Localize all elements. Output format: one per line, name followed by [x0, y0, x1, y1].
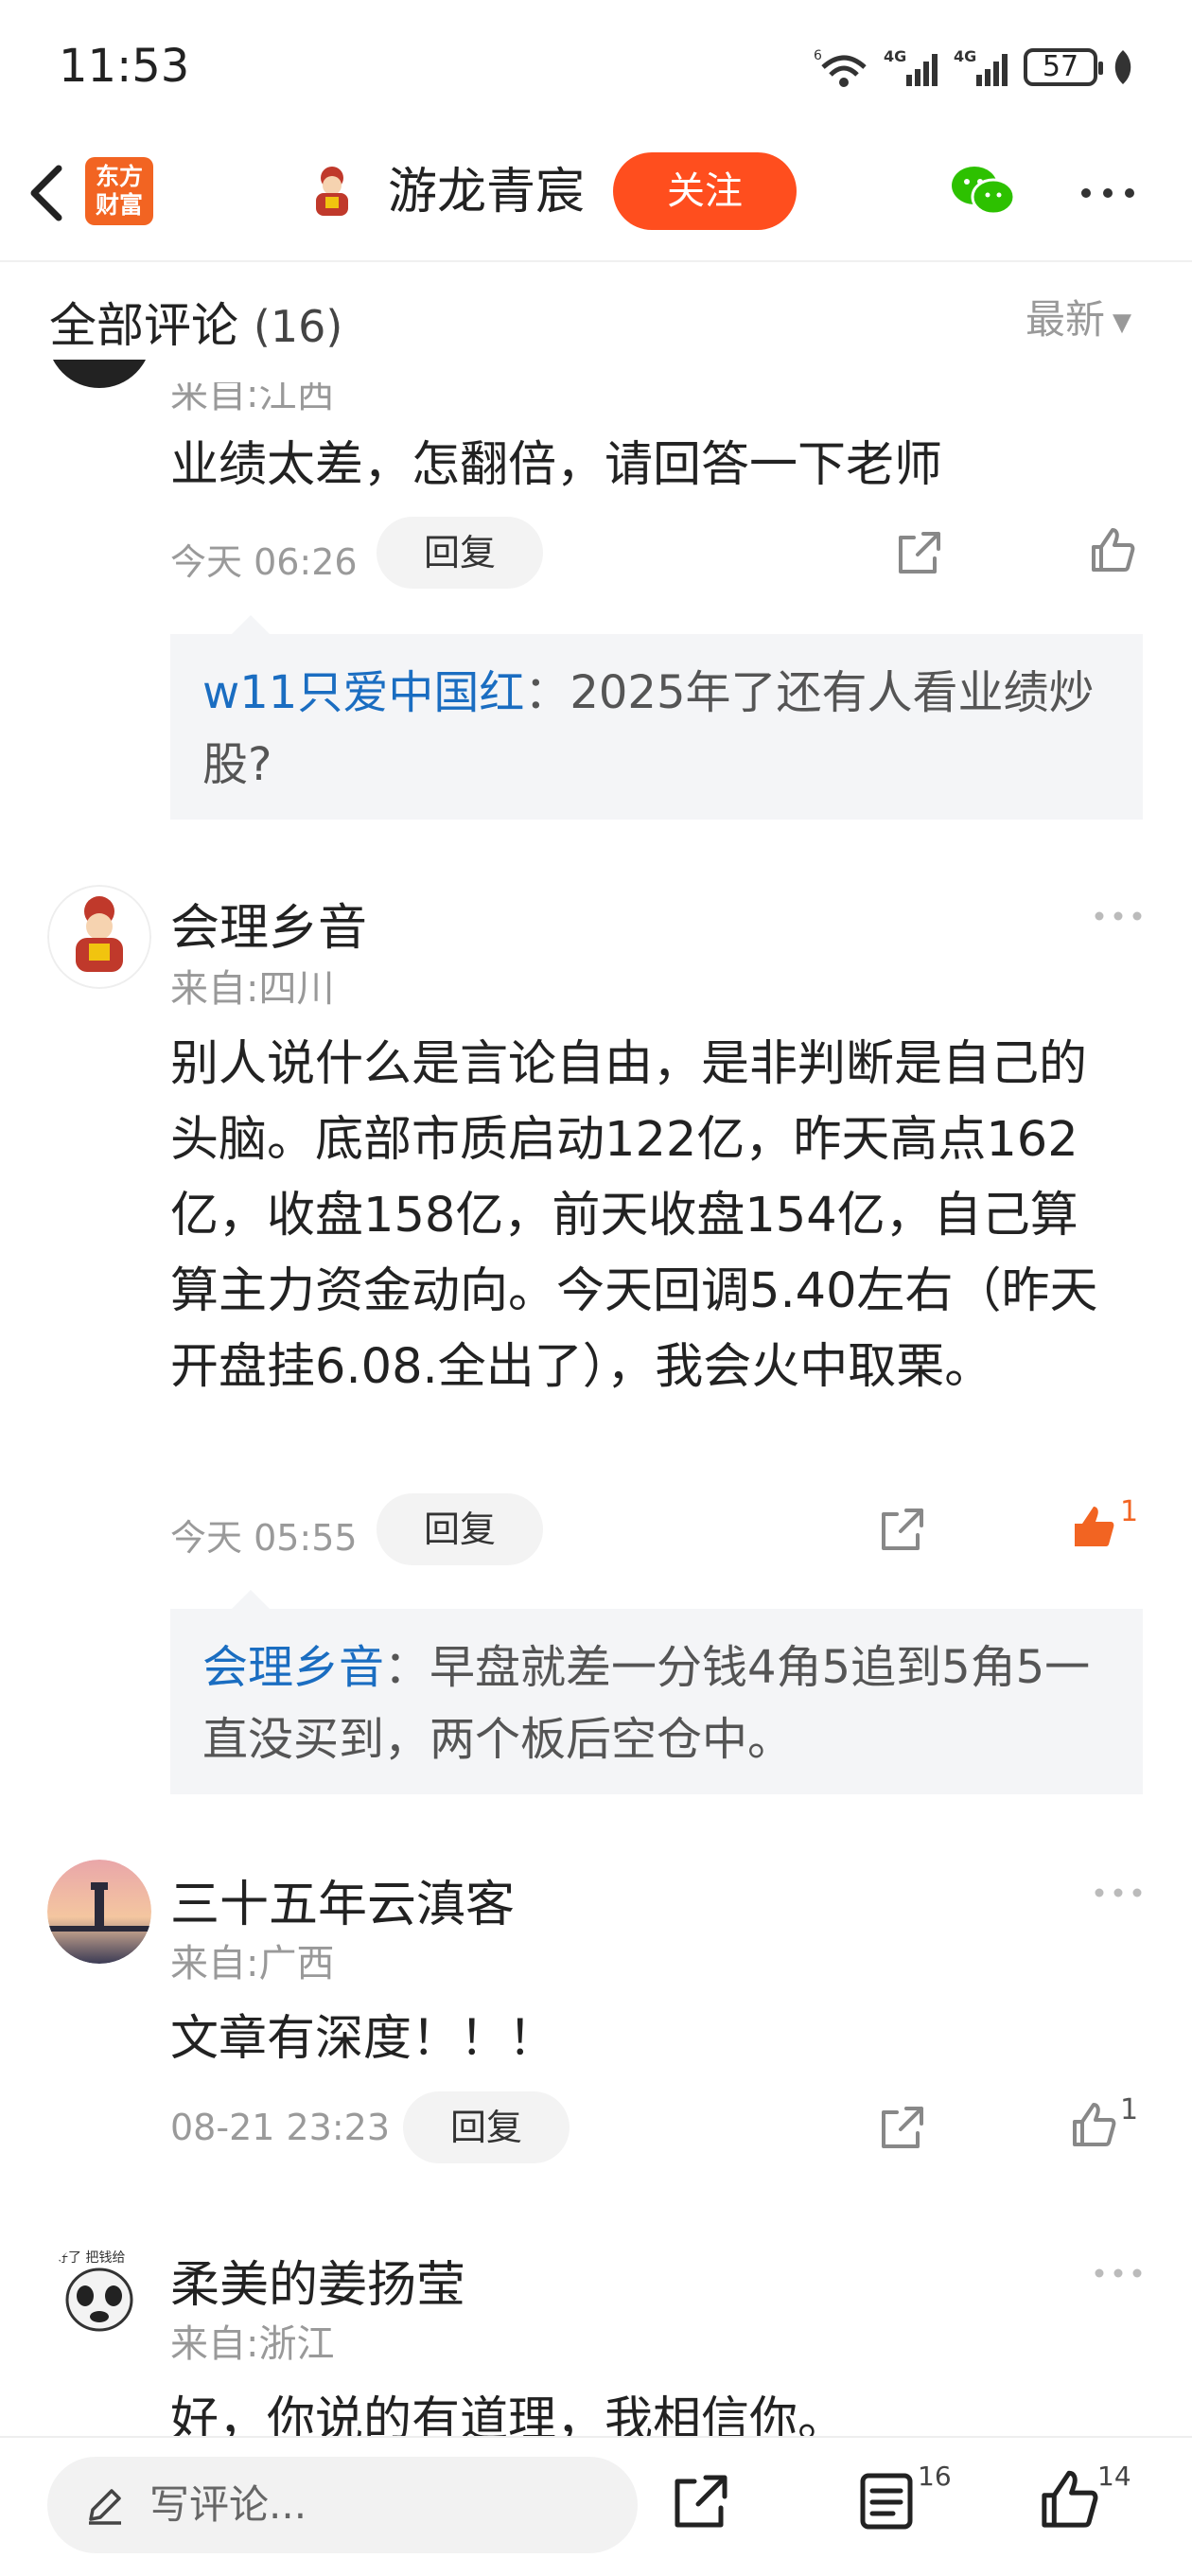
more-icon[interactable]: [1078, 180, 1137, 206]
wifi-icon: 6: [814, 48, 867, 87]
comment-content: 业绩太差，怎翻倍，请回答一下老师: [170, 437, 943, 493]
like-count-badge: 14: [1097, 2461, 1131, 2492]
avatar-caption: 好了 把钱给: [55, 2250, 125, 2266]
logo-line-1: 东方: [95, 163, 143, 190]
reply-author[interactable]: 会理乡音: [202, 1641, 384, 1694]
comment-username[interactable]: 三十五年云滇客: [170, 1864, 515, 1935]
quote-pointer: [232, 615, 270, 634]
caret-down-icon: ▼: [1113, 308, 1131, 337]
avatar[interactable]: [47, 885, 151, 989]
more-icon[interactable]: [1092, 2264, 1145, 2283]
comment-count-badge: 16: [918, 2461, 952, 2492]
signal-icon: 4G: [884, 47, 938, 86]
svg-text:4G: 4G: [954, 47, 976, 65]
like-count: 1: [1120, 1495, 1139, 1528]
comment-region: 来自:广西: [170, 1942, 335, 1985]
status-icons: 6 4G 4G 57: [814, 44, 1135, 91]
avatar[interactable]: [47, 1860, 151, 1964]
comment-content: 文章有深度！！！: [170, 2011, 557, 2067]
write-comment-placeholder[interactable]: 写评论...: [149, 2479, 307, 2531]
more-icon[interactable]: [1092, 907, 1145, 926]
more-icon[interactable]: [1092, 1883, 1145, 1902]
battery-indicator: 57: [1024, 48, 1103, 86]
back-icon[interactable]: [21, 161, 78, 225]
comments-count: (16): [253, 301, 343, 352]
svg-text:6: 6: [814, 48, 822, 63]
like-count: 1: [1120, 2093, 1139, 2126]
comment-region: 来自:四川: [170, 967, 335, 1011]
comment-content: 别人说什么是言论自由，是非判断是自己的头脑。底部市质启动122亿，昨天高点162…: [170, 1036, 1098, 1395]
comments-title-label: 全部评论: [49, 298, 238, 353]
status-time: 11:53: [59, 40, 190, 93]
pencil-icon: [89, 2489, 121, 2525]
comment-username[interactable]: 柔美的姜扬莹: [170, 2245, 465, 2316]
avatar[interactable]: 好了 把钱给: [47, 2241, 151, 2345]
thumb-up-icon[interactable]: [1088, 526, 1137, 575]
reply-button[interactable]: 回复: [403, 2091, 570, 2163]
follow-button[interactable]: 关注: [613, 152, 797, 230]
leaf-icon: [1114, 50, 1131, 84]
share-icon[interactable]: [878, 2103, 927, 2152]
write-comment-input[interactable]: [47, 2457, 638, 2553]
comment-username[interactable]: 会理乡音: [170, 888, 367, 959]
thumb-up-icon-liked[interactable]: [1069, 1503, 1118, 1552]
comment-time: 今天 06:26: [170, 541, 358, 583]
reply-quote[interactable]: w11只爱中国红：2025年了还有人看业绩炒股?: [170, 634, 1143, 820]
svg-text:4G: 4G: [884, 47, 906, 65]
wechat-icon[interactable]: [950, 163, 1016, 220]
comment-time: 08-21 23:23: [170, 2107, 391, 2148]
share-icon[interactable]: [670, 2470, 732, 2532]
app-logo: 东方 财富: [85, 157, 153, 225]
signal-icon-2: 4G: [954, 47, 1008, 86]
status-bar: 11:53 6 4G 4G 57: [0, 0, 1192, 142]
comment-time: 今天 05:55: [170, 1517, 358, 1559]
author-name[interactable]: 游龙青宸: [388, 161, 585, 223]
list-icon[interactable]: [857, 2470, 916, 2532]
thumb-up-icon[interactable]: [1037, 2468, 1101, 2532]
comment-region: 来自:江西: [170, 373, 335, 416]
comment-region: 来自:浙江: [170, 2322, 335, 2366]
share-icon[interactable]: [878, 1505, 927, 1554]
reply-button[interactable]: 回复: [377, 517, 543, 589]
sort-dropdown[interactable]: 最新 ▼: [1025, 288, 1131, 345]
logo-line-2: 财富: [95, 191, 143, 219]
comments-title: 全部评论 (16): [49, 288, 342, 356]
reply-quote[interactable]: 会理乡音：早盘就差一分钱4角5追到5角5一直没买到，两个板后空仓中。: [170, 1609, 1143, 1794]
author-avatar[interactable]: [303, 161, 361, 220]
thumb-up-icon[interactable]: [1069, 2101, 1118, 2150]
reply-author[interactable]: w11只爱中国红: [202, 666, 524, 719]
sort-label: 最新: [1025, 296, 1105, 343]
quote-pointer: [232, 1590, 270, 1609]
share-icon[interactable]: [895, 528, 944, 577]
reply-button[interactable]: 回复: [377, 1493, 543, 1565]
